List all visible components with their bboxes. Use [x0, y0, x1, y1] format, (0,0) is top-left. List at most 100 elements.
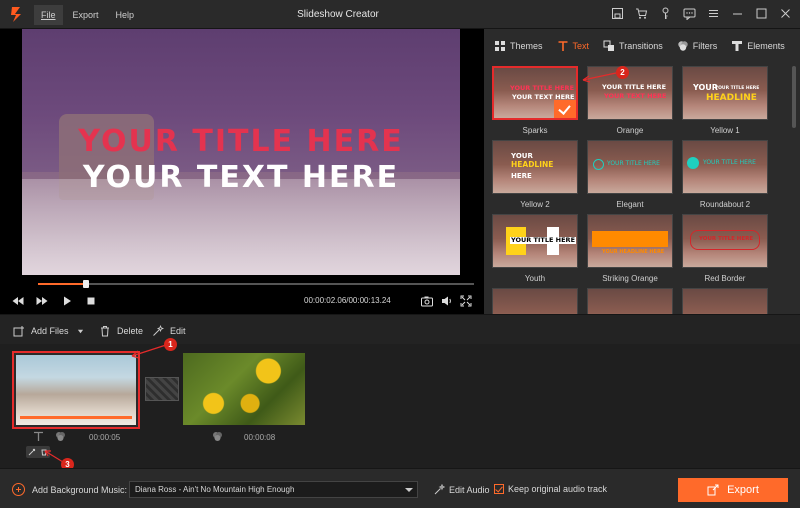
text-icon[interactable] [33, 431, 44, 442]
filter-icon[interactable] [212, 431, 223, 442]
add-files-button[interactable]: Add Files [13, 325, 90, 337]
rewind-icon[interactable] [11, 294, 25, 308]
template-thumbnail: YOUR HEADLINE HERE [587, 214, 673, 268]
template-sparks[interactable]: YOUR TITLE HERE YOUR TEXT HERE Sparks [492, 66, 578, 135]
template-scrollbar[interactable] [792, 66, 796, 128]
template-headline-text: HEADLINE [511, 160, 554, 169]
template-thumbnail: YOUR HEADLINE HERE [492, 140, 578, 194]
transition-slot[interactable] [145, 377, 179, 401]
elements-icon [732, 40, 743, 51]
chevron-down-icon [405, 488, 413, 492]
tab-elements-label: Elements [747, 40, 785, 51]
clip-duration: 00:00:05 [89, 433, 121, 442]
template-yellow-2[interactable]: YOUR HEADLINE HERE Yellow 2 [492, 140, 578, 209]
template-label: Elegant [616, 200, 644, 209]
preview-body-text[interactable]: YOUR TEXT HERE [22, 160, 460, 195]
template-title-text: YOUR TITLE HERE [510, 84, 575, 92]
background-music-select[interactable]: Diana Ross - Ain't No Mountain High Enou… [129, 481, 418, 498]
key-icon[interactable] [659, 7, 672, 20]
template-headline-text: HEADLINE [706, 93, 757, 103]
template-thumbnail [682, 288, 768, 314]
template-red-border[interactable]: YOUR TITLE HERE Red Border [682, 214, 768, 283]
template-thumbnail: YOUR TITLE HERE [682, 140, 768, 194]
chevron-down-icon[interactable] [77, 328, 84, 335]
menu-icon[interactable] [707, 7, 720, 20]
window-controls [611, 7, 792, 20]
bottom-bar: Add Background Music: Diana Ross - Ain't… [0, 468, 800, 508]
magic-wand-icon [434, 484, 445, 495]
magic-wand-icon [153, 325, 164, 336]
music-select-value: Diana Ross - Ain't No Mountain High Enou… [135, 485, 295, 494]
tab-transitions-label: Transitions [619, 40, 663, 51]
text-template-grid: YOUR TITLE HERE YOUR TEXT HERE Sparks YO… [492, 66, 782, 314]
playback-controls: 00:00:02.06/00:00:13.24 [0, 292, 484, 310]
template-partial[interactable] [682, 288, 768, 314]
template-label: Orange [616, 126, 644, 135]
close-icon[interactable] [779, 7, 792, 20]
tab-filters[interactable]: Filters [677, 40, 717, 52]
tab-text-label: Text [572, 40, 590, 51]
timeline-clip-picnic[interactable] [12, 351, 140, 429]
minimize-icon[interactable] [731, 7, 744, 20]
effects-panel: Themes Text Transitions Filters Elements… [484, 29, 800, 314]
template-thumbnail: YOUR TITLE HERE [682, 214, 768, 268]
playback-progress-bar[interactable] [38, 280, 474, 288]
template-partial[interactable] [492, 288, 578, 314]
template-yellow-1[interactable]: YOUR YOUR TITLE HERE HEADLINE Yellow 1 [682, 66, 768, 135]
template-label: Yellow 1 [710, 126, 740, 135]
stop-icon[interactable] [84, 294, 98, 308]
template-label: Yellow 2 [520, 200, 550, 209]
template-thumbnail: YOUR TITLE HERE YOUR TEXT HERE [587, 66, 673, 120]
timecode: 00:00:02.06/00:00:13.24 [304, 296, 391, 305]
template-orange[interactable]: YOUR TITLE HERE YOUR TEXT HERE Orange [587, 66, 673, 135]
magic-wand-icon[interactable] [28, 448, 36, 456]
tab-elements[interactable]: Elements [731, 40, 785, 52]
edit-label: Edit [170, 326, 186, 336]
template-label: Youth [524, 274, 546, 283]
filter-icon[interactable] [55, 431, 66, 442]
themes-icon [495, 40, 505, 51]
template-thumbnail: YOUR YOUR TITLE HERE HEADLINE [682, 66, 768, 120]
template-elegant[interactable]: YOUR TITLE HERE Elegant [587, 140, 673, 209]
keep-audio-checkbox[interactable] [494, 484, 504, 494]
trash-icon[interactable] [40, 448, 48, 456]
edit-audio-button[interactable]: Edit Audio [434, 484, 490, 495]
tab-transitions[interactable]: Transitions [603, 40, 663, 52]
circle-decoration-icon [687, 157, 699, 169]
add-music-icon[interactable] [12, 483, 25, 496]
feedback-icon[interactable] [683, 7, 696, 20]
play-icon[interactable] [60, 294, 74, 308]
circle-decoration-icon [593, 159, 604, 170]
filters-icon [678, 40, 688, 51]
template-roundabout-2[interactable]: YOUR TITLE HERE Roundabout 2 [682, 140, 768, 209]
clip-duration: 00:00:08 [244, 433, 276, 442]
save-icon[interactable] [611, 7, 624, 20]
tab-themes[interactable]: Themes [494, 40, 543, 52]
volume-icon[interactable] [440, 294, 454, 308]
preview-title-text[interactable]: YOUR TITLE HERE [22, 124, 460, 159]
fast-forward-icon[interactable] [35, 294, 49, 308]
edit-button[interactable]: Edit [152, 325, 186, 337]
template-label: Striking Orange [602, 274, 658, 283]
snapshot-icon[interactable] [420, 294, 434, 308]
fullscreen-icon[interactable] [459, 294, 473, 308]
template-title-text: YOUR TITLE HERE [715, 86, 760, 91]
callout-2: 2 [616, 66, 629, 79]
keep-audio-toggle[interactable]: Keep original audio track [494, 484, 607, 494]
tab-text[interactable]: Text [557, 40, 590, 52]
template-label: Roundabout 2 [699, 200, 751, 209]
export-button[interactable]: Export [678, 478, 788, 502]
template-partial[interactable] [587, 288, 673, 314]
progress-handle[interactable] [82, 280, 89, 288]
template-title-text: YOUR [511, 152, 533, 160]
template-youth[interactable]: YOUR TITLE HERE Youth [492, 214, 578, 283]
maximize-icon[interactable] [755, 7, 768, 20]
app-title: Slideshow Creator [297, 9, 379, 20]
clip-thumbnail [16, 355, 136, 425]
tab-themes-label: Themes [510, 40, 543, 51]
template-striking-orange[interactable]: YOUR HEADLINE HERE Striking Orange [587, 214, 673, 283]
delete-button[interactable]: Delete [99, 325, 143, 337]
timeline-clip-sunflowers[interactable] [183, 353, 305, 425]
video-preview[interactable]: YOUR TITLE HERE YOUR TEXT HERE [22, 29, 460, 275]
cart-icon[interactable] [635, 7, 648, 20]
